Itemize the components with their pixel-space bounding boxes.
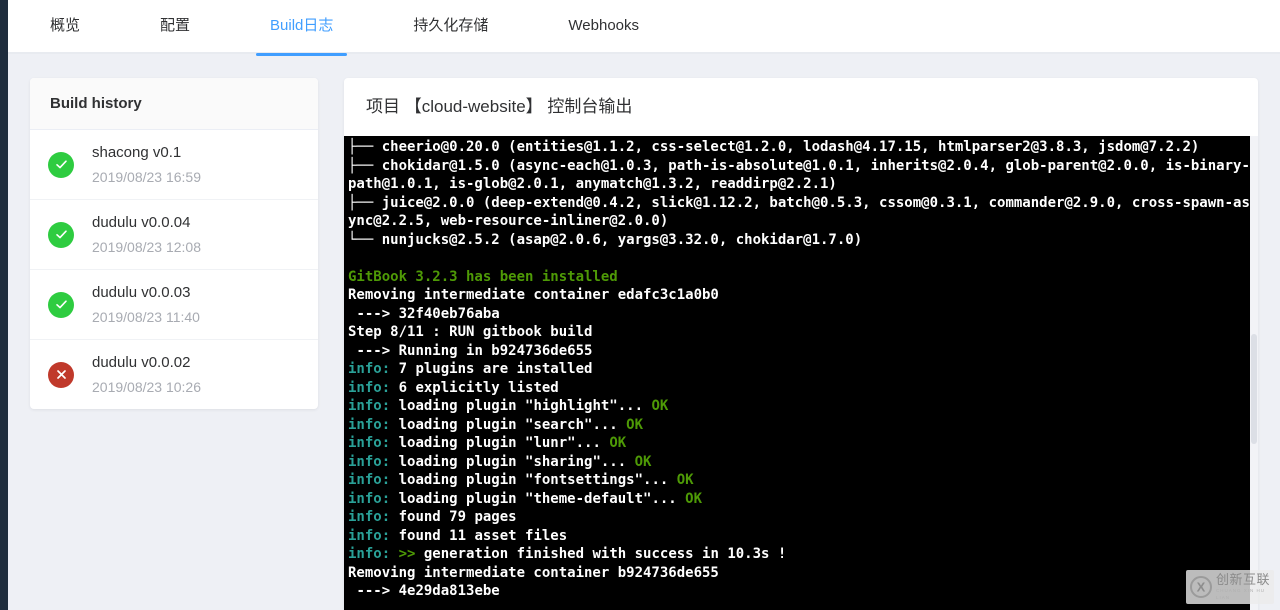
tab-1[interactable]: 配置 [146,0,204,54]
build-history-item[interactable]: dudulu v0.0.03 2019/08/23 11:40 [30,270,318,340]
build-history-list: shacong v0.1 2019/08/23 16:59 dudulu v0.0.… [30,130,318,409]
check-icon [48,151,74,178]
check-icon [48,221,74,248]
build-history-item[interactable]: dudulu v0.0.04 2019/08/23 12:08 [30,200,318,270]
console-log-text: ├── cheerio@0.20.0 (entities@1.1.2, css-… [346,138,1258,601]
console-log-line: ---> Running in b924736de655 [348,342,593,359]
console-log-line: GitBook 3.2.3 has been installed [348,268,618,285]
build-history-title: Build history [30,78,318,130]
page-content: Build history shacong v0.1 2019/08/23 16:… [8,56,1280,610]
tab-0[interactable]: 概览 [36,0,94,54]
console-log-line: info: found 79 pages [348,509,517,525]
build-timestamp: 2019/08/23 16:59 [92,169,201,185]
console-log-line: info: loading plugin "search"... OK [348,416,644,433]
console-log-line: info: loading plugin "fontsettings"... O… [348,472,694,488]
build-history-card: Build history shacong v0.1 2019/08/23 16:… [30,78,318,409]
build-history-item[interactable]: shacong v0.1 2019/08/23 16:59 [30,130,318,200]
build-timestamp: 2019/08/23 12:08 [92,239,201,255]
console-scrollbar[interactable] [1250,136,1258,610]
console-log-line: info: >> generation finished with succes… [348,546,787,562]
check-icon [48,291,74,318]
tab-3[interactable]: 持久化存储 [399,0,502,54]
tab-2[interactable]: Build日志 [256,0,348,56]
build-history-item-texts: dudulu v0.0.04 2019/08/23 12:08 [92,214,201,255]
console-log-line: info: 6 explicitly listed [348,379,559,396]
console-log-line: info: loading plugin "highlight"... OK [348,398,669,414]
console-log-line: └── nunjucks@2.5.2 (asap@2.0.6, yargs@3.… [348,231,863,248]
build-name: dudulu v0.0.03 [92,284,191,301]
build-timestamp: 2019/08/23 11:40 [92,309,200,325]
console-log-line: Step 8/11 : RUN gitbook build [348,324,593,340]
close-icon [48,361,74,388]
console-log-line: ├── chokidar@1.5.0 (async-each@1.0.3, pa… [348,157,1250,193]
console-scrollbar-thumb[interactable] [1251,334,1257,445]
console-log-line: Removing intermediate container b924736d… [348,564,719,581]
console-log-line: info: loading plugin "sharing"... OK [348,453,652,470]
console-log-line: info: loading plugin "lunr"... OK [348,435,627,451]
console-log-line: ├── juice@2.0.0 (deep-extend@0.4.2, slic… [348,194,1250,230]
tab-bar: 概览 配置 Build日志 持久化存储 Webhooks [8,0,1280,56]
console-log-line: ---> 4e29da813ebe [348,583,500,599]
build-history-item-texts: dudulu v0.0.02 2019/08/23 10:26 [92,354,201,395]
build-history-item-texts: dudulu v0.0.03 2019/08/23 11:40 [92,284,200,325]
build-name: dudulu v0.0.04 [92,214,191,231]
console-log-line: ---> 32f40eb76aba [348,305,500,322]
console-log-line: info: loading plugin "theme-default"... … [348,490,703,507]
console-output-card: 项目 【cloud-website】 控制台输出 ├── cheerio@0.2… [344,78,1258,610]
build-history-item[interactable]: dudulu v0.0.02 2019/08/23 10:26 [30,340,318,409]
console-output-body[interactable]: ├── cheerio@0.20.0 (entities@1.1.2, css-… [344,136,1258,610]
console-log-line: Removing intermediate container edafc3c1… [348,287,719,303]
console-log-line: info: found 11 asset files [348,527,568,544]
build-history-item-texts: shacong v0.1 2019/08/23 16:59 [92,144,201,185]
tab-4[interactable]: Webhooks [554,0,653,54]
left-nav-rail [0,0,8,610]
console-output-title: 项目 【cloud-website】 控制台输出 [366,97,633,116]
console-log-line: info: 7 plugins are installed [348,361,593,377]
build-name: dudulu v0.0.02 [92,354,191,371]
tab-list: 概览 配置 Build日志 持久化存储 Webhooks [8,0,1280,56]
console-log-line: ├── cheerio@0.20.0 (entities@1.1.2, css-… [348,139,1200,155]
build-name: shacong v0.1 [92,144,182,161]
build-timestamp: 2019/08/23 10:26 [92,379,201,395]
